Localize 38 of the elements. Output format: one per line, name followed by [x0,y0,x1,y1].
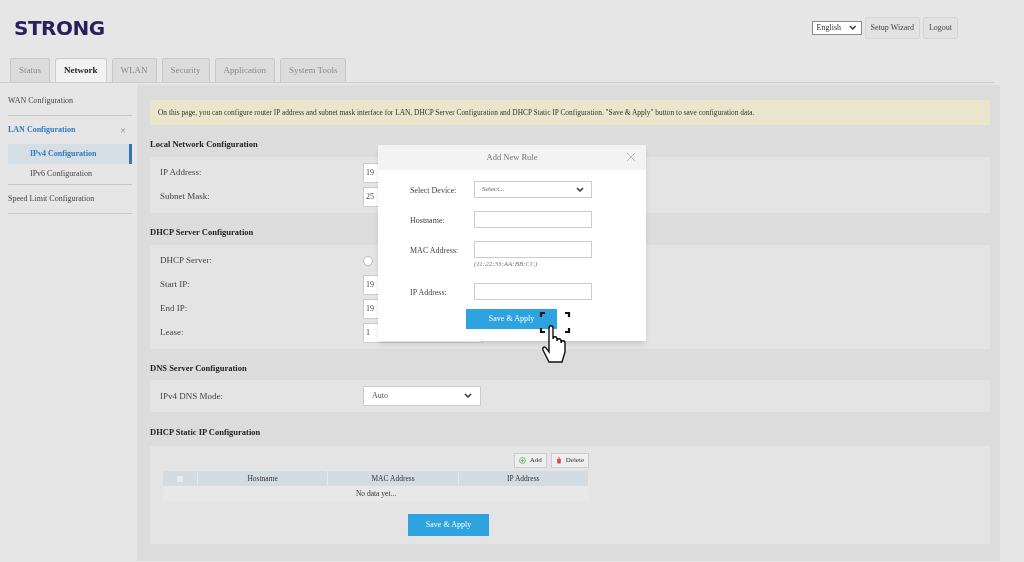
radio-button[interactable] [363,255,373,266]
section-title: DHCP Server Configuration [150,225,254,239]
nav-tab[interactable]: Network [55,58,107,82]
sidebar-item[interactable]: Speed Limit Configuration [8,185,132,213]
section-title: DNS Server Configuration [150,361,247,375]
logo: STRONG [14,15,105,42]
field-label: IP Address: [160,166,203,179]
field-label: End IP: [160,301,189,315]
field-label: Subnet Mask: [160,190,211,203]
chevron-icon [464,393,472,400]
field-label: Select Device: [410,185,458,197]
field-label: Lease: [160,325,185,339]
field-label: IPv4 DNS Mode: [160,389,224,403]
checkbox[interactable] [176,474,184,483]
input-field[interactable] [474,241,592,258]
input-field[interactable] [474,211,592,228]
header-button[interactable]: Setup Wizard [864,17,920,39]
field-label: DHCP Server: [160,253,213,267]
chevron-icon [849,25,857,31]
section-title: DHCP Static IP Configuration [150,426,261,440]
sidebar-item[interactable]: LAN Configuration × [8,116,132,144]
plus-circle-icon [518,457,526,464]
input-field[interactable] [474,282,592,300]
sidebar-item[interactable]: WAN Configuration [8,87,132,115]
sidebar-subitem[interactable]: IPv6 Configuration [8,164,132,184]
language-dropdown[interactable]: English [811,21,862,35]
field-label: MAC Address: [410,245,460,257]
dialog-title: Add New Rule [486,151,538,164]
trash-icon [555,457,562,464]
chevron-icon [576,186,584,193]
close-icon[interactable] [626,152,636,162]
section-title: Local Network Configuration [150,138,258,151]
field-label: Start IP: [160,277,191,291]
dropdown[interactable]: Auto [363,386,481,407]
sidebar-subitem[interactable]: IPv4 Configuration [8,144,132,164]
field-label: IP Address: [410,286,448,299]
header-button[interactable]: Logout [922,17,958,39]
field-label: Hostname: [410,215,446,227]
